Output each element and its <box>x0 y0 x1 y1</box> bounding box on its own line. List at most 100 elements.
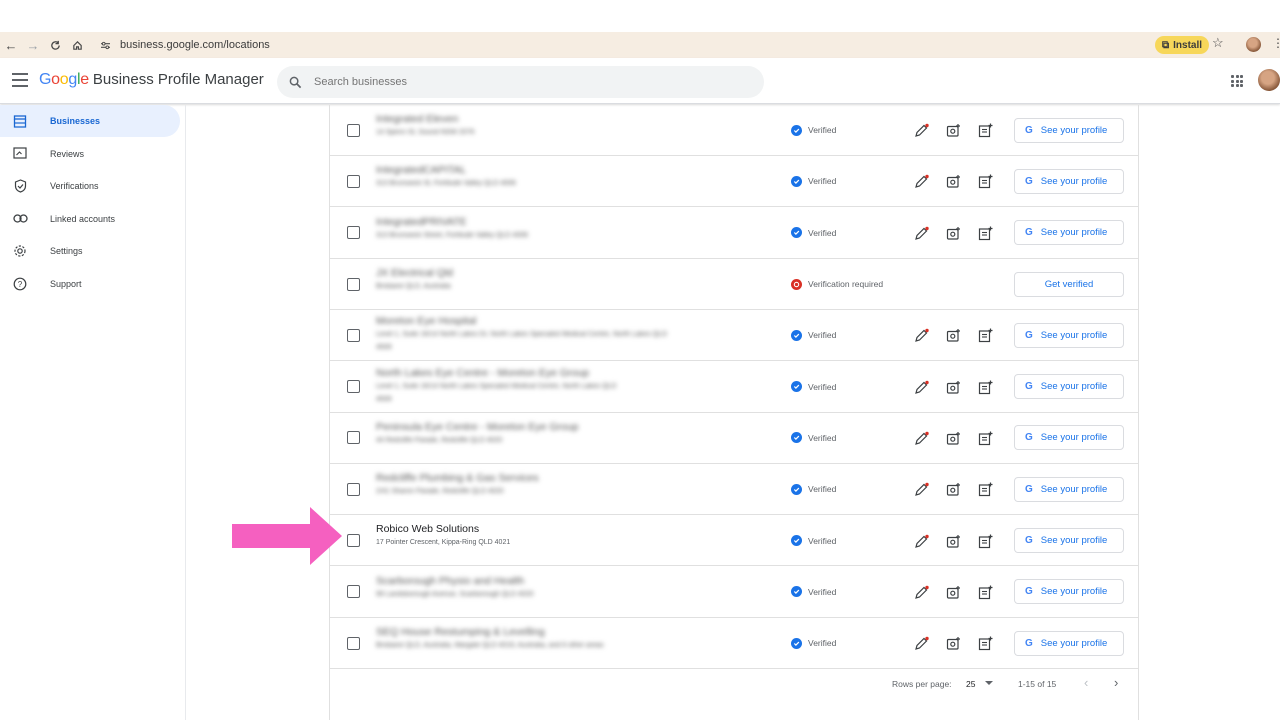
business-name[interactable]: JX Electrical Qld <box>376 267 453 279</box>
table-row[interactable]: Moreton Eye Hospital Level 1, Suite 16/14… <box>330 310 1138 362</box>
add-post-icon[interactable] <box>976 122 994 140</box>
business-name[interactable]: IntegratedCAPITAL <box>376 164 466 176</box>
see-your-profile-button[interactable]: G See your profile <box>1014 322 1124 348</box>
business-name[interactable]: Integrated Eleven <box>376 113 458 125</box>
apps-grid-icon[interactable] <box>1231 75 1243 87</box>
chevron-down-icon[interactable] <box>985 681 993 685</box>
see-your-profile-button[interactable]: G See your profile <box>1014 374 1124 400</box>
see-your-profile-button[interactable]: G See your profile <box>1014 579 1124 605</box>
add-photo-icon[interactable] <box>944 481 962 499</box>
see-your-profile-button[interactable]: G See your profile <box>1014 220 1124 246</box>
sidebar-item-linked-accounts[interactable]: Linked accounts <box>0 203 185 235</box>
table-row[interactable]: Robico Web Solutions 17 Pointer Crescent,… <box>330 515 1138 567</box>
edit-profile-icon[interactable] <box>912 429 930 447</box>
see-your-profile-button[interactable]: G See your profile <box>1014 168 1124 194</box>
search-input[interactable] <box>314 76 714 88</box>
table-row[interactable]: SEQ House Restumping & Levelling Brisbane… <box>330 618 1138 669</box>
business-name[interactable]: Moreton Eye Hospital <box>376 315 476 327</box>
add-photo-icon[interactable] <box>944 429 962 447</box>
add-post-icon[interactable] <box>976 224 994 242</box>
table-row[interactable]: Integrated Eleven 14 Spenn St, Sound NSW … <box>330 105 1138 156</box>
row-checkbox[interactable] <box>347 123 360 137</box>
row-checkbox[interactable] <box>347 328 360 342</box>
site-settings-icon[interactable] <box>98 38 112 52</box>
add-photo-icon[interactable] <box>944 635 962 653</box>
home-icon[interactable] <box>66 34 88 56</box>
business-name[interactable]: Robico Web Solutions <box>376 523 479 535</box>
business-name[interactable]: North Lakes Eye Centre - Moreton Eye Gro… <box>376 367 589 379</box>
add-post-icon[interactable] <box>976 173 994 191</box>
url-text[interactable]: business.google.com/locations <box>120 39 270 51</box>
bookmark-star-icon[interactable]: ☆ <box>1212 35 1224 51</box>
edit-profile-icon[interactable] <box>912 327 930 345</box>
sidebar-item-support[interactable]: ? Support <box>0 268 185 300</box>
edit-profile-icon[interactable] <box>912 122 930 140</box>
browser-menu-icon[interactable]: ⋮ <box>1272 36 1280 50</box>
table-row[interactable]: Redcliffe Plumbing & Gas Services 2/41 Sh… <box>330 464 1138 516</box>
sidebar-item-businesses[interactable]: Businesses <box>0 105 180 137</box>
business-name[interactable]: Scarborough Physio and Health <box>376 575 524 587</box>
edit-profile-icon[interactable] <box>912 173 930 191</box>
previous-page-icon[interactable]: ‹ <box>1084 675 1088 690</box>
see-your-profile-button[interactable]: G See your profile <box>1014 117 1124 143</box>
add-post-icon[interactable] <box>976 481 994 499</box>
row-checkbox[interactable] <box>347 534 360 548</box>
table-row[interactable]: North Lakes Eye Centre - Moreton Eye Gro… <box>330 362 1138 413</box>
reload-icon[interactable] <box>44 34 66 56</box>
add-photo-icon[interactable] <box>944 122 962 140</box>
row-checkbox[interactable] <box>347 380 360 394</box>
back-icon[interactable]: ← <box>0 34 22 56</box>
edit-profile-icon[interactable] <box>912 532 930 550</box>
business-name[interactable]: Redcliffe Plumbing & Gas Services <box>376 472 539 484</box>
see-your-profile-button[interactable]: G See your profile <box>1014 528 1124 554</box>
edit-profile-icon[interactable] <box>912 635 930 653</box>
add-post-icon[interactable] <box>976 327 994 345</box>
main-menu-icon[interactable] <box>12 73 28 87</box>
edit-profile-icon[interactable] <box>912 481 930 499</box>
forward-icon[interactable]: → <box>22 34 44 56</box>
add-post-icon[interactable] <box>976 532 994 550</box>
address-bar[interactable]: business.google.com/locations <box>92 35 1192 55</box>
add-post-icon[interactable] <box>976 429 994 447</box>
row-checkbox[interactable] <box>347 431 360 445</box>
get-verified-button[interactable]: Get verified <box>1014 271 1124 297</box>
edit-profile-icon[interactable] <box>912 378 930 396</box>
add-photo-icon[interactable] <box>944 173 962 191</box>
table-row[interactable]: IntegratedPRIVATE 313 Brunswick Street, F… <box>330 208 1138 259</box>
row-checkbox[interactable] <box>347 226 360 240</box>
add-post-icon[interactable] <box>976 583 994 601</box>
add-post-icon[interactable] <box>976 635 994 653</box>
table-row[interactable]: JX Electrical Qld Brisbane QLD, Australia… <box>330 259 1138 310</box>
install-app-button[interactable]: ⧉ Install <box>1155 36 1210 54</box>
add-post-icon[interactable] <box>976 378 994 396</box>
table-row[interactable]: IntegratedCAPITAL 313 Brunswick St, Forti… <box>330 156 1138 208</box>
business-name[interactable]: Peninsula Eye Centre - Moreton Eye Group <box>376 421 579 433</box>
add-photo-icon[interactable] <box>944 378 962 396</box>
edit-profile-icon[interactable] <box>912 583 930 601</box>
next-page-icon[interactable]: › <box>1114 675 1118 690</box>
sidebar-item-verifications[interactable]: Verifications <box>0 170 185 202</box>
add-photo-icon[interactable] <box>944 327 962 345</box>
row-checkbox[interactable] <box>347 636 360 650</box>
table-row[interactable]: Peninsula Eye Centre - Moreton Eye Group… <box>330 413 1138 464</box>
table-row[interactable]: Scarborough Physio and Health 99 Landsbor… <box>330 567 1138 618</box>
see-your-profile-button[interactable]: G See your profile <box>1014 425 1124 451</box>
row-checkbox[interactable] <box>347 277 360 291</box>
row-checkbox[interactable] <box>347 482 360 496</box>
see-your-profile-button[interactable]: G See your profile <box>1014 476 1124 502</box>
add-photo-icon[interactable] <box>944 583 962 601</box>
sidebar-item-reviews[interactable]: Reviews <box>0 138 185 170</box>
edit-profile-icon[interactable] <box>912 224 930 242</box>
row-checkbox[interactable] <box>347 585 360 599</box>
add-photo-icon[interactable] <box>944 224 962 242</box>
rows-per-page-select[interactable]: 25 <box>966 679 975 689</box>
row-checkbox[interactable] <box>347 174 360 188</box>
browser-profile-avatar[interactable] <box>1246 37 1261 52</box>
search-bar[interactable] <box>277 66 764 98</box>
sidebar-item-settings[interactable]: Settings <box>0 235 185 267</box>
account-avatar[interactable] <box>1258 69 1280 91</box>
business-name[interactable]: SEQ House Restumping & Levelling <box>376 626 545 638</box>
business-name[interactable]: IntegratedPRIVATE <box>376 216 467 228</box>
see-your-profile-button[interactable]: G See your profile <box>1014 630 1124 656</box>
add-photo-icon[interactable] <box>944 532 962 550</box>
